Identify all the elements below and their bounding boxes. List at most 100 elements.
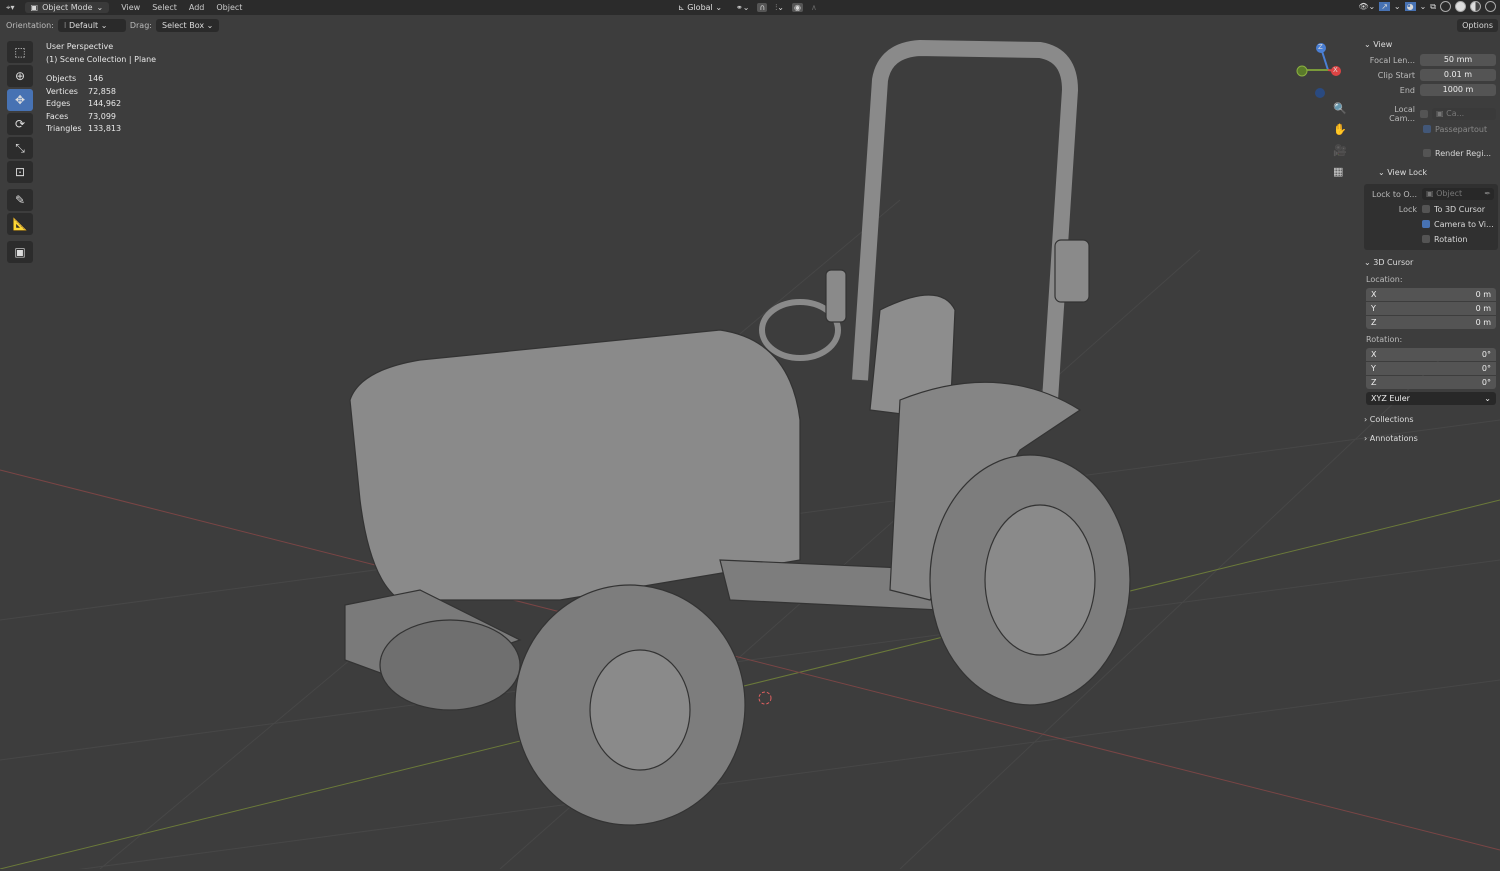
annotations-panel-header[interactable]: › Annotations [1362, 432, 1500, 447]
perspective-grid-icon[interactable]: ▦ [1333, 165, 1347, 178]
menu-view[interactable]: View [115, 3, 146, 12]
axis-value: 0 m [1475, 290, 1491, 299]
rotation-mode-dropdown[interactable]: XYZ Euler ⌄ [1366, 392, 1496, 405]
scale-tool-icon[interactable]: ⤡ [7, 137, 33, 159]
axis-value: 0° [1481, 350, 1491, 359]
focal-length-field[interactable]: 50 mm [1420, 54, 1496, 66]
stat-label: Edges [46, 99, 71, 108]
rendered-shading-icon[interactable] [1485, 1, 1496, 12]
cursor-rotation-x[interactable]: X 0° [1366, 348, 1496, 361]
axes-icon: ⊾ [678, 3, 688, 12]
menu-add[interactable]: Add [183, 3, 211, 12]
rotation-mode-value: XYZ Euler [1371, 394, 1410, 403]
stat-label: Faces [46, 111, 69, 121]
solid-shading-icon[interactable] [1455, 1, 1466, 12]
cursor-location-x[interactable]: X 0 m [1366, 288, 1496, 301]
axis-value: 0° [1481, 364, 1491, 373]
lock-label: Lock [1398, 204, 1417, 214]
stat-label: Triangles [46, 124, 82, 133]
axis-label: X [1371, 350, 1377, 359]
3d-cursor-icon [758, 691, 772, 705]
view-panel-header[interactable]: ⌄ View [1362, 38, 1500, 53]
collections-panel-header[interactable]: › Collections [1362, 413, 1500, 428]
lock-to-object-value: Object [1436, 189, 1463, 198]
pan-hand-icon[interactable]: ✋ [1333, 123, 1347, 136]
lock-to-object-label: Lock to O... [1372, 189, 1417, 199]
transform-tool-icon[interactable]: ⊡ [7, 161, 33, 183]
menu-object[interactable]: Object [210, 3, 248, 12]
cursor-tool-icon[interactable]: ⊕ [7, 65, 33, 87]
view-lock-header[interactable]: ⌄ View Lock [1362, 166, 1500, 181]
clip-start-label: Clip Start [1377, 70, 1415, 80]
orientation-dropdown[interactable]: ⁝ Default ⌄ [57, 19, 126, 32]
gizmo-x-label: X [1333, 66, 1338, 74]
add-cube-tool-icon[interactable]: ▣ [7, 241, 33, 263]
render-region-checkbox[interactable] [1423, 149, 1431, 157]
cursor-rotation-y[interactable]: Y 0° [1366, 362, 1496, 375]
tractor-mesh[interactable] [344, 39, 1131, 826]
view-name: User Perspective [46, 42, 114, 51]
zoom-icon[interactable]: 🔍 [1333, 102, 1347, 115]
camera-to-view-checkbox[interactable] [1422, 220, 1430, 228]
rotate-tool-icon[interactable]: ⟳ [7, 113, 33, 135]
local-camera-label: Local Cam... [1389, 105, 1415, 123]
overlay-toggle-icon[interactable]: ◕ [1404, 2, 1416, 11]
local-camera-checkbox[interactable] [1420, 110, 1428, 118]
transform-orientation-dropdown[interactable]: ⊾ Global ⌄ [672, 1, 728, 14]
scene-statistics: Objects 146 Vertices 72,858 Edges 144,962 F… [46, 73, 156, 136]
menu-select[interactable]: Select [146, 3, 183, 12]
camera-view-icon[interactable]: 🎥 [1333, 144, 1347, 157]
mode-dropdown[interactable]: ▣ Object Mode ⌄ [24, 2, 110, 13]
sidebar: ⌄ View Focal Len... 50 mm Clip Start 0.01 … [1362, 34, 1500, 869]
3d-cursor-title: 3D Cursor [1373, 258, 1414, 267]
options-button[interactable]: Options [1457, 19, 1498, 32]
pivot-icon[interactable]: ⚭⌄ [736, 3, 749, 12]
local-camera-field[interactable]: ▣ Ca... [1432, 108, 1496, 120]
visibility-icon[interactable]: 👁⌄ [1358, 2, 1375, 11]
drag-value: Select Box [161, 21, 205, 30]
passepartout-label: Passepartout [1435, 124, 1488, 134]
clip-start-field[interactable]: 0.01 m [1420, 69, 1496, 81]
falloff-icon[interactable]: ∧ [811, 3, 817, 12]
3d-viewport[interactable] [0, 34, 1500, 871]
mode-label: Object Mode [42, 3, 93, 12]
cursor-location-z[interactable]: Z 0 m [1366, 316, 1496, 329]
cursor-location-y[interactable]: Y 0 m [1366, 302, 1496, 315]
3d-cursor-panel-header[interactable]: ⌄ 3D Cursor [1362, 256, 1500, 271]
xray-icon[interactable]: ⧉ [1430, 2, 1436, 12]
snap-target-icon[interactable]: ⫶⌄ [775, 3, 784, 13]
wireframe-shading-icon[interactable] [1440, 1, 1451, 12]
editor-type-icon[interactable]: ⌖▾ [0, 3, 21, 13]
lock-rotation-label: Rotation [1434, 234, 1468, 244]
lock-to-cursor-label: To 3D Cursor [1434, 204, 1486, 214]
snap-icon[interactable]: ∩ [757, 3, 768, 12]
material-shading-icon[interactable] [1470, 1, 1481, 12]
passepartout-checkbox[interactable] [1423, 125, 1431, 133]
proportional-edit-icon[interactable]: ◉ [792, 3, 803, 12]
axis-value: 0° [1481, 378, 1491, 387]
drag-dropdown[interactable]: Select Box ⌄ [155, 19, 220, 32]
move-tool-icon[interactable]: ✥ [7, 89, 33, 111]
lock-rotation-checkbox[interactable] [1422, 235, 1430, 243]
select-box-tool-icon[interactable]: ⬚ [7, 41, 33, 63]
annotate-tool-icon[interactable]: ✎ [7, 189, 33, 211]
navigation-gizmo[interactable]: Z X [1292, 40, 1352, 100]
stat-value: 73,099 [88, 111, 116, 121]
rotation-label: Rotation: [1366, 335, 1403, 344]
clip-end-field[interactable]: 1000 m [1420, 84, 1496, 96]
orientation-label: Orientation: [6, 21, 54, 30]
axis-value: 0 m [1475, 318, 1491, 327]
location-label: Location: [1366, 275, 1403, 284]
measure-tool-icon[interactable]: 📐 [7, 213, 33, 235]
axis-value: 0 m [1475, 304, 1491, 313]
stat-label: Vertices [46, 86, 78, 96]
annotations-title: Annotations [1369, 434, 1418, 443]
gizmo-toggle-icon[interactable]: ↗ [1379, 2, 1390, 11]
clip-end-label: End [1399, 85, 1415, 95]
stat-value: 146 [88, 74, 104, 83]
lock-to-object-field[interactable]: ▣ Object ✒ [1422, 188, 1494, 200]
drag-label: Drag: [129, 21, 152, 30]
eyedropper-icon[interactable]: ✒ [1484, 188, 1494, 200]
lock-to-cursor-checkbox[interactable] [1422, 205, 1430, 213]
cursor-rotation-z[interactable]: Z 0° [1366, 376, 1496, 389]
